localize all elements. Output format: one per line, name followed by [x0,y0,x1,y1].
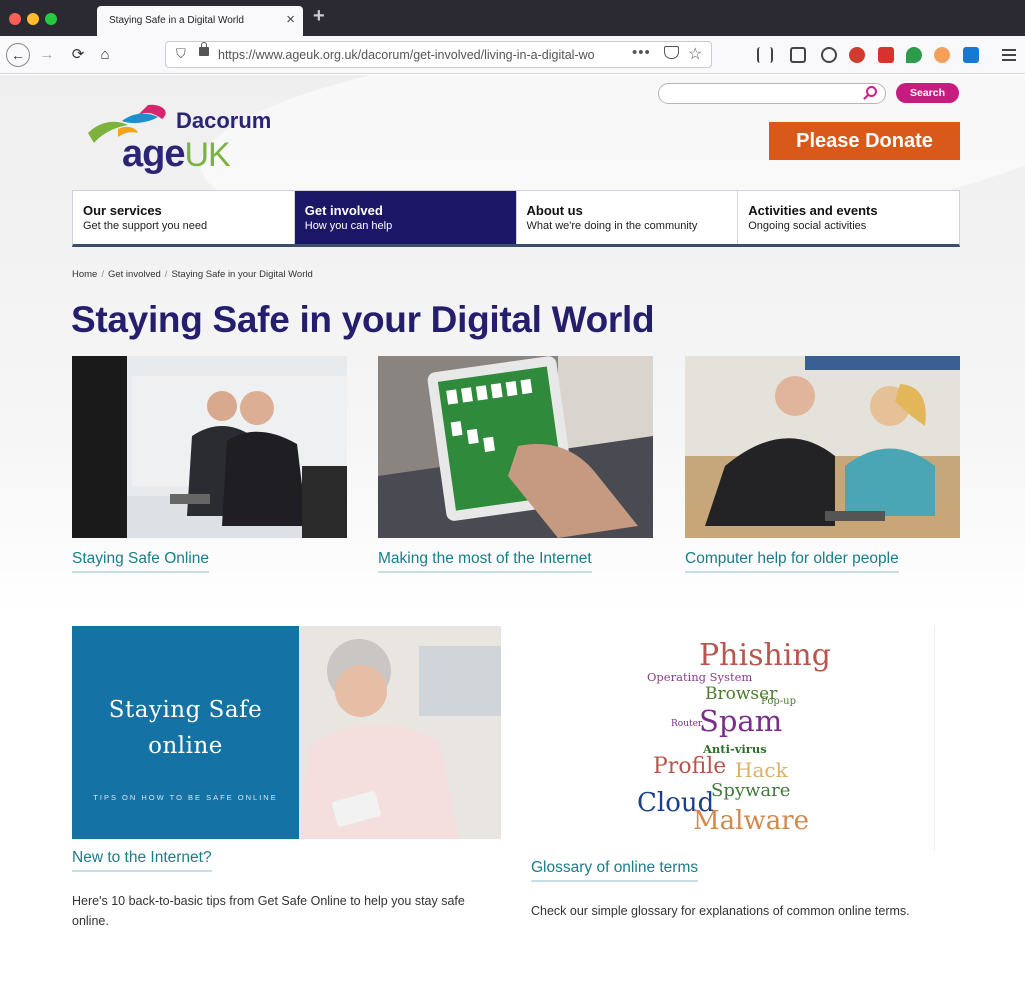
nav-subtitle: Get the support you need [83,220,208,232]
word-spyware: Spyware [711,780,791,801]
seniors-at-computer-photo[interactable] [72,356,347,538]
pocket-icon[interactable] [664,46,679,59]
staying-safe-online-link[interactable]: Staying Safe Online [72,550,210,573]
nav-activities-events[interactable]: Activities and events Ongoing social act… [738,191,959,244]
staying-safe-online-banner[interactable]: Staying Safe online TIPS ON HOW TO BE SA… [72,626,501,839]
nav-title: Get involved [304,203,383,218]
tracking-protection-icon[interactable]: ⛉ [176,46,186,62]
page-actions-button[interactable]: ••• [632,44,651,61]
glossary-link[interactable]: Glossary of online terms [531,859,699,882]
minimize-window-button[interactable] [27,13,39,25]
nav-subtitle: How you can help [304,220,393,232]
computer-help-photo[interactable] [685,356,960,538]
breadcrumb: Home / Get involved / Staying Safe in your D… [72,269,313,280]
glossary-description: Check our simple glossary for explanatio… [531,904,910,918]
donate-button[interactable]: Please Donate [769,122,960,160]
reload-button[interactable]: ⟳ [68,43,88,67]
library-icon[interactable] [757,47,773,63]
blue-extension-icon[interactable] [963,47,979,63]
nav-subtitle: What we're doing in the community [526,220,698,232]
orange-extension-icon[interactable] [934,47,950,63]
home-button[interactable]: ⌂ [94,43,116,67]
word-phishing: Phishing [699,638,831,673]
new-to-internet-link[interactable]: New to the Internet? [72,849,212,872]
tablet-solitaire-photo[interactable] [378,356,653,538]
address-bar[interactable]: ⛉ https://www.ageuk.org.uk/dacorum/get-i… [165,41,712,68]
lock-icon[interactable] [199,42,209,56]
red-extension-icon[interactable] [878,47,894,63]
banner-title: Staying Safe online [108,697,263,759]
photo-illustration [685,356,960,538]
word-spam: Spam [699,704,783,738]
nav-title: Our services [83,203,162,218]
breadcrumb-separator: / [164,269,168,280]
online-terms-word-cloud[interactable]: Phishing Operating System Browser Pop-up… [531,626,935,851]
age-uk-dacorum-logo[interactable]: Dacorum ageUK [88,103,288,181]
close-window-button[interactable] [9,13,21,25]
maximize-window-button[interactable] [45,13,57,25]
account-icon[interactable] [821,47,837,63]
evernote-extension-icon[interactable] [906,47,922,63]
page-title: Staying Safe in your Digital World [71,299,655,340]
nav-about-us[interactable]: About us What we're doing in the communi… [517,191,739,244]
older-woman-phone-photo [299,626,501,839]
adblock-extension-icon[interactable] [849,47,865,63]
banner-subtitle: TIPS ON HOW TO BE SAFE ONLINE [93,793,278,802]
nav-title: Activities and events [748,203,878,218]
forward-button[interactable]: → [38,43,56,67]
word-operating-system: Operating System [647,670,753,684]
browser-titlebar: Staying Safe in a Digital World × + [0,0,1025,36]
breadcrumb-section[interactable]: Get involved [108,269,161,280]
site-search-input[interactable] [658,83,886,104]
banner-text-panel: Staying Safe online TIPS ON HOW TO BE SA… [72,626,299,839]
tab-title: Staying Safe in a Digital World [109,15,244,26]
new-tab-button[interactable]: + [313,5,325,28]
nav-title: About us [526,203,583,218]
sidebar-icon[interactable] [790,47,806,63]
web-page: Search Dacorum ageUK Please Donate Our s… [0,75,1025,982]
logo-wordmark: ageUK [122,133,231,175]
breadcrumb-current: Staying Safe in your Digital World [171,269,313,280]
back-button[interactable]: ← [6,43,30,67]
main-navigation: Our services Get the support you need Ge… [72,190,960,247]
word-profile: Profile [653,754,727,779]
browser-toolbar: ← → ⟳ ⌂ ⛉ https://www.ageuk.org.uk/dacor… [0,36,1025,74]
browser-tab[interactable]: Staying Safe in a Digital World × [97,6,303,36]
logo-branch-name: Dacorum [176,108,272,133]
hamburger-menu-icon[interactable] [1002,49,1016,61]
word-router: Router [671,719,703,729]
breadcrumb-separator: / [101,269,104,280]
search-button[interactable]: Search [896,83,959,103]
nav-get-involved[interactable]: Get involved How you can help [294,191,517,244]
tab-close-button[interactable]: × [286,11,295,28]
url-text[interactable]: https://www.ageuk.org.uk/dacorum/get-inv… [218,48,618,62]
bookmark-star-icon[interactable]: ☆ [688,44,702,64]
making-most-internet-link[interactable]: Making the most of the Internet [378,550,592,573]
breadcrumb-home[interactable]: Home [72,269,97,280]
photo-illustration [72,356,347,538]
nav-subtitle: Ongoing social activities [748,220,867,232]
photo-illustration [378,356,653,538]
word-malware: Malware [693,806,810,836]
search-icon[interactable] [866,86,877,97]
new-to-internet-description: Here's 10 back-to-basic tips from Get Sa… [72,894,465,928]
nav-our-services[interactable]: Our services Get the support you need [73,191,295,244]
computer-help-link[interactable]: Computer help for older people [685,550,899,573]
word-hack: Hack [735,758,788,782]
